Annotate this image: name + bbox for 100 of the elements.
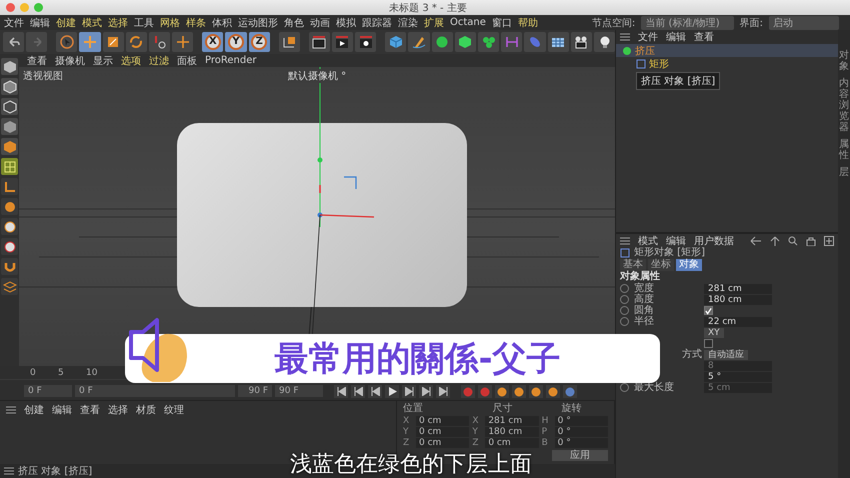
frame-field[interactable]: 0 F — [24, 385, 72, 397]
rotation-field[interactable]: 0 ° — [554, 416, 608, 426]
menu-item[interactable]: 创建 — [56, 16, 76, 30]
menu-item[interactable]: 扩展 — [424, 16, 444, 30]
material-menu-item[interactable]: 选择 — [108, 403, 128, 417]
checkbox[interactable] — [704, 339, 713, 348]
clapgear-tool-button[interactable] — [355, 32, 376, 52]
viewport-menu-item[interactable]: 选项 — [121, 54, 141, 68]
number-field[interactable]: 5 ° — [704, 372, 772, 382]
menu-item[interactable]: 渲染 — [398, 16, 418, 30]
checkbox[interactable] — [704, 306, 713, 315]
frame-field[interactable]: 90 F — [275, 385, 323, 397]
attribute-menu-item[interactable]: 用户数据 — [694, 234, 734, 248]
side-tab[interactable]: 对象 — [839, 50, 849, 72]
clap-tool-button[interactable] — [308, 32, 330, 52]
sphere-tool-button[interactable] — [432, 32, 453, 52]
scale-tool-button[interactable] — [102, 32, 124, 52]
menu-item[interactable]: 选择 — [108, 16, 128, 30]
material-menu-item[interactable]: 创建 — [24, 403, 44, 417]
viewport-menu-item[interactable]: 面板 — [177, 54, 197, 68]
size-field[interactable]: 0 cm — [485, 438, 539, 448]
side-tab[interactable]: 属性 — [839, 139, 849, 161]
keyframe-button[interactable] — [546, 385, 560, 398]
number-field[interactable]: 22 cm — [704, 316, 772, 326]
apply-button[interactable]: 应用 — [552, 450, 608, 461]
close-button[interactable] — [6, 3, 15, 12]
frame-field[interactable]: 90 F — [238, 385, 272, 397]
size-field[interactable]: 281 cm — [485, 416, 539, 426]
viewport-menu-item[interactable]: ProRender — [205, 55, 256, 66]
keyframe-button[interactable] — [563, 385, 577, 398]
menu-item[interactable]: 跟踪器 — [362, 16, 392, 30]
rotation-field[interactable]: 0 ° — [554, 427, 608, 437]
keyframe-radio[interactable] — [620, 317, 629, 326]
axis-lock-button[interactable]: Y — [225, 32, 247, 52]
mode-tool-button[interactable] — [1, 58, 18, 75]
menu-item[interactable]: 动画 — [310, 16, 330, 30]
frame-field[interactable]: 0 F — [75, 385, 235, 397]
coord-tool-button[interactable] — [278, 32, 300, 52]
mode-tool-button[interactable] — [1, 78, 18, 95]
keyframe-button[interactable] — [512, 385, 526, 398]
object-menu-item[interactable]: 查看 — [694, 30, 714, 44]
deform-tool-button[interactable] — [501, 32, 522, 52]
grid-tool-button[interactable] — [548, 32, 569, 52]
keyframe-button[interactable] — [529, 385, 543, 398]
mode-tool-button[interactable] — [1, 178, 18, 195]
attribute-tab[interactable]: 对象 — [676, 258, 702, 270]
menu-item[interactable]: 窗口 — [492, 16, 512, 30]
object-menu-item[interactable]: 文件 — [638, 30, 658, 44]
number-field[interactable]: 180 cm — [704, 294, 772, 304]
object-row[interactable]: 矩形 — [616, 57, 838, 70]
interface-dropdown[interactable]: 启动 — [769, 16, 839, 30]
material-menu-item[interactable]: 查看 — [80, 403, 100, 417]
menu-item[interactable]: 帮助 — [518, 16, 538, 30]
axis-lock-button[interactable]: X — [202, 32, 224, 52]
attribute-menu-item[interactable]: 编辑 — [666, 234, 686, 248]
material-menu-item[interactable]: 纹理 — [164, 403, 184, 417]
prev-key-button[interactable] — [351, 385, 365, 398]
atoms-tool-button[interactable] — [478, 32, 500, 52]
side-tab[interactable]: 层 — [839, 167, 849, 178]
undo-tool-button[interactable] — [3, 32, 24, 52]
position-field[interactable]: 0 cm — [416, 427, 470, 437]
menu-item[interactable]: 模式 — [82, 16, 102, 30]
viewport-menu-item[interactable]: 摄像机 — [55, 54, 85, 68]
menu-item[interactable]: 模拟 — [336, 16, 356, 30]
next-key-button[interactable] — [419, 385, 433, 398]
keyframe-radio[interactable] — [620, 306, 629, 315]
psr-tool-button[interactable] — [149, 32, 170, 52]
position-field[interactable]: 0 cm — [416, 438, 470, 448]
bulb-tool-button[interactable] — [594, 32, 616, 52]
position-field[interactable]: 0 cm — [416, 416, 470, 426]
mode-tool-button[interactable] — [1, 258, 18, 275]
step-back-button[interactable] — [368, 385, 382, 398]
play-button[interactable] — [385, 385, 399, 398]
pen-tool-button[interactable] — [408, 32, 430, 52]
clapplay-tool-button[interactable] — [332, 32, 354, 52]
menu-item[interactable]: 角色 — [284, 16, 304, 30]
menu-item[interactable]: 编辑 — [30, 16, 50, 30]
size-field[interactable]: 180 cm — [485, 427, 539, 437]
skip-end-button[interactable] — [436, 385, 450, 398]
side-tab[interactable]: 内容浏览器 — [839, 78, 849, 133]
menu-item[interactable]: 网格 — [160, 16, 180, 30]
camera-tool-button[interactable] — [570, 32, 592, 52]
object-row[interactable]: 挤压 — [616, 44, 838, 57]
viewport-menu-item[interactable]: 显示 — [93, 54, 113, 68]
mode-tool-button[interactable] — [1, 278, 18, 295]
keyframe-button[interactable] — [495, 385, 509, 398]
object-menu-item[interactable]: 编辑 — [666, 30, 686, 44]
select-tool-button[interactable] — [56, 32, 78, 52]
attribute-tab[interactable]: 坐标 — [648, 258, 674, 270]
mode-tool-button[interactable] — [1, 198, 18, 215]
box-tool-button[interactable] — [454, 32, 476, 52]
mode-tool-button[interactable] — [1, 98, 18, 115]
mode-tool-button[interactable] — [1, 218, 18, 235]
menu-item[interactable]: Octane — [450, 17, 486, 28]
cube-tool-button[interactable] — [385, 32, 406, 52]
menu-item[interactable]: 运动图形 — [238, 16, 278, 30]
menu-item[interactable]: 体积 — [212, 16, 232, 30]
viewport-menu-item[interactable]: 查看 — [27, 54, 47, 68]
dropdown[interactable]: XY — [704, 328, 724, 338]
plus-tool-button[interactable] — [172, 32, 194, 52]
